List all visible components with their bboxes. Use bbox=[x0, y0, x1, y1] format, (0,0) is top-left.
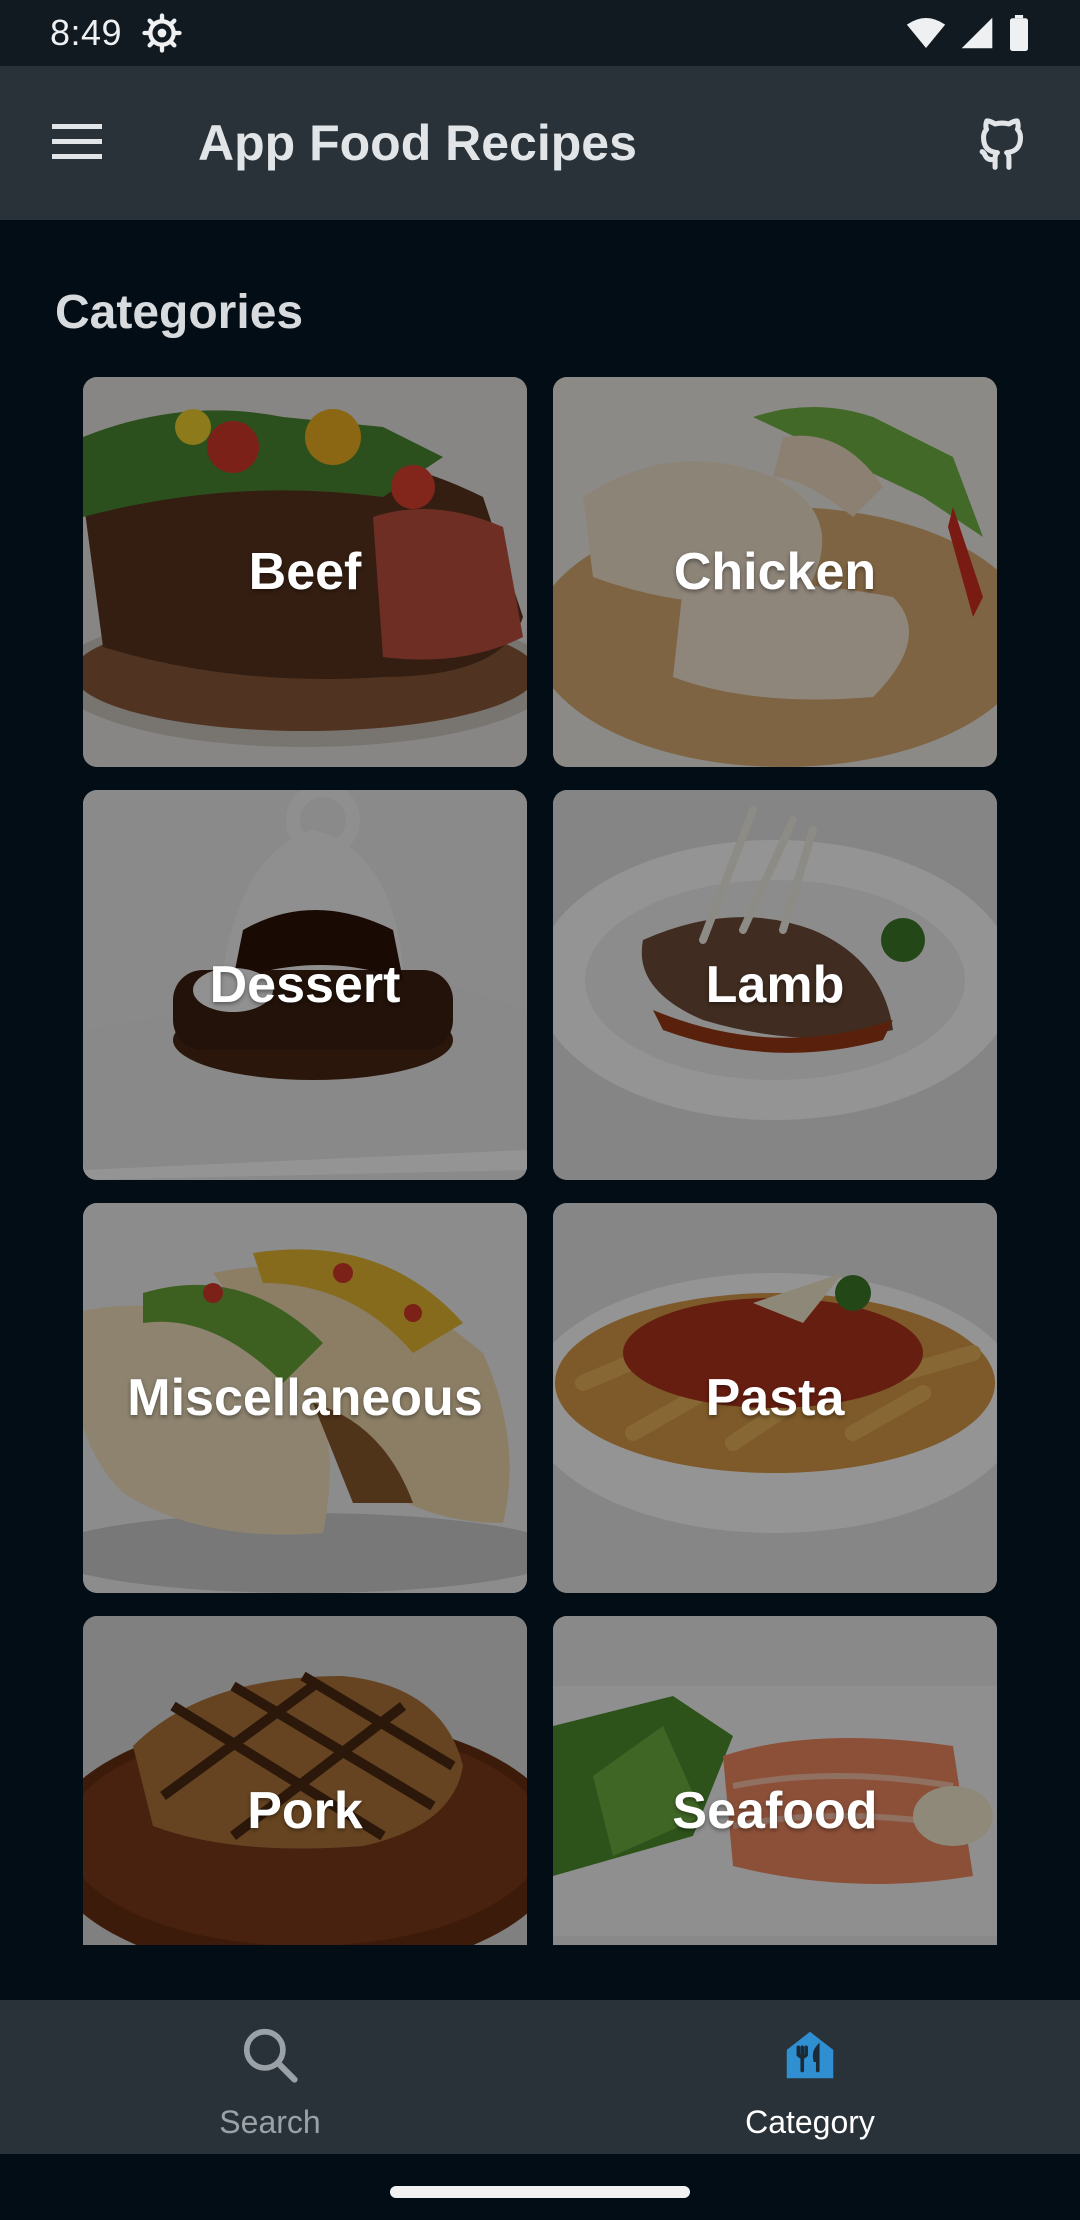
signal-icon bbox=[961, 17, 993, 49]
category-grid: Beef Chicken Dessert Lamb Miscellaneous … bbox=[83, 377, 997, 1945]
github-icon[interactable] bbox=[974, 112, 1030, 172]
status-time: 8:49 bbox=[50, 12, 123, 53]
category-card-lamb[interactable]: Lamb bbox=[553, 790, 997, 1180]
hamburger-menu-icon[interactable] bbox=[50, 118, 104, 166]
app-bar: App Food Recipes bbox=[0, 66, 1080, 220]
category-card-chicken[interactable]: Chicken bbox=[553, 377, 997, 767]
categories-title: Categories bbox=[55, 286, 304, 339]
nav-item-category[interactable]: Category bbox=[540, 2000, 1080, 2154]
category-label: Pasta bbox=[705, 1369, 845, 1427]
bottom-navigation: Search Category bbox=[0, 2000, 1080, 2154]
search-icon bbox=[243, 2028, 298, 2083]
category-card-dessert[interactable]: Dessert bbox=[83, 790, 527, 1180]
category-card-pasta[interactable]: Pasta bbox=[553, 1203, 997, 1593]
nav-label-category: Category bbox=[745, 2104, 875, 2140]
nav-item-search[interactable]: Search bbox=[0, 2000, 540, 2154]
category-label: Miscellaneous bbox=[127, 1369, 483, 1427]
app-title: App Food Recipes bbox=[198, 115, 637, 171]
category-card-miscellaneous[interactable]: Miscellaneous bbox=[83, 1203, 527, 1593]
category-label: Pork bbox=[247, 1782, 363, 1840]
category-label: Seafood bbox=[672, 1782, 878, 1840]
nav-label-search: Search bbox=[219, 2104, 321, 2140]
category-label: Dessert bbox=[209, 956, 401, 1014]
battery-icon bbox=[1010, 15, 1028, 51]
restaurant-icon bbox=[786, 2031, 834, 2079]
category-card-pork[interactable]: Pork bbox=[83, 1616, 527, 1945]
wifi-icon bbox=[906, 18, 946, 48]
home-indicator[interactable] bbox=[390, 2186, 690, 2198]
category-card-beef[interactable]: Beef bbox=[83, 377, 527, 767]
category-label: Chicken bbox=[673, 543, 877, 601]
settings-gear-icon bbox=[142, 13, 182, 53]
category-label: Lamb bbox=[705, 956, 845, 1014]
category-label: Beef bbox=[248, 543, 362, 601]
category-card-seafood[interactable]: Seafood bbox=[553, 1616, 997, 1945]
status-bar: 8:49 bbox=[0, 0, 1080, 66]
